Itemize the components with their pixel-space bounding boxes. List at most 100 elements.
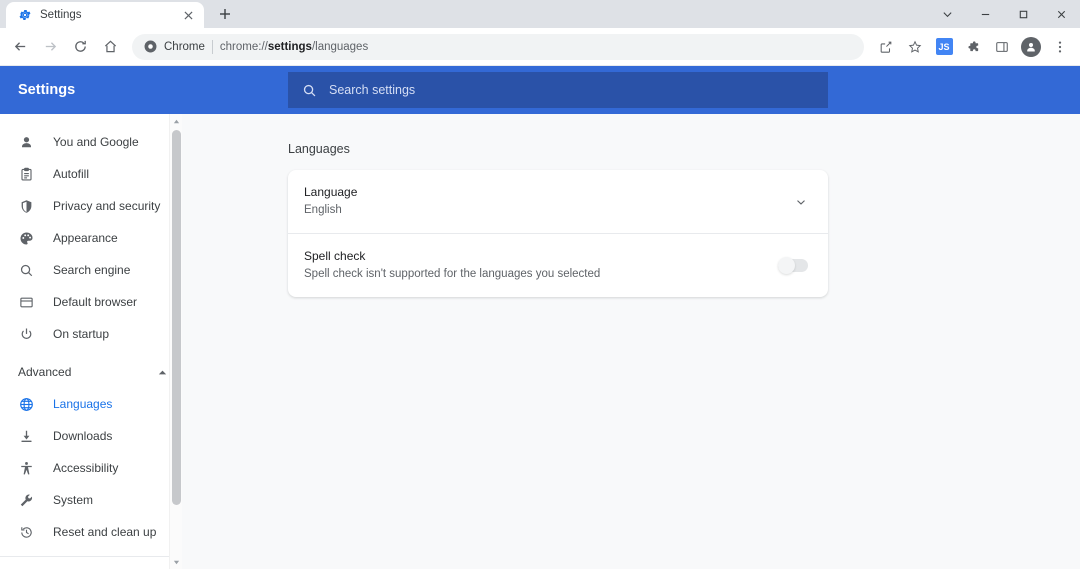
clipboard-icon (18, 166, 35, 183)
url-bold: settings (267, 40, 312, 53)
spell-check-row-text: Spell check Spell check isn't supported … (304, 248, 778, 283)
maximize-icon[interactable] (1004, 0, 1042, 28)
row-subtitle: English (304, 204, 342, 216)
sidebar-item-label: Reset and clean up (53, 525, 157, 539)
person-icon (18, 134, 35, 151)
browser-toolbar: Chrome chrome://settings/languages JS (0, 28, 1080, 66)
avatar-icon[interactable] (1017, 33, 1045, 61)
settings-sidebar: You and Google Autofill Privacy and secu… (0, 114, 182, 569)
sidebar-item-you-and-google[interactable]: You and Google (0, 126, 182, 158)
languages-card: Language English Spell check Spell check… (288, 170, 828, 297)
gear-icon (18, 8, 32, 22)
chevron-up-icon (157, 367, 168, 378)
url-suffix: /languages (311, 40, 369, 53)
sidebar-item-label: Search engine (53, 263, 131, 277)
browser-tab[interactable]: Settings (6, 2, 204, 28)
puzzle-icon[interactable] (959, 33, 987, 61)
sidebar-item-label: On startup (53, 327, 110, 341)
sidebar-item-label: System (53, 493, 94, 507)
sidebar-item-autofill[interactable]: Autofill (0, 158, 182, 190)
sidebar-item-appearance[interactable]: Appearance (0, 222, 182, 254)
scroll-down-arrow-icon[interactable] (170, 555, 182, 569)
history-icon (18, 524, 35, 541)
sidebar-item-extensions[interactable]: Extensions (0, 561, 182, 569)
extension-badge-label: JS (935, 38, 953, 55)
sidebar-item-label: Default browser (53, 295, 138, 309)
chevron-down-icon[interactable] (794, 195, 808, 209)
forward-icon[interactable] (36, 33, 64, 61)
content-heading: Languages (288, 142, 350, 156)
shield-icon (18, 198, 35, 215)
sidebar-item-label: Autofill (53, 167, 90, 181)
tab-search-icon[interactable] (928, 0, 966, 28)
sidebar-scrollbar[interactable] (169, 114, 182, 569)
home-icon[interactable] (96, 33, 124, 61)
extensions-icon (18, 567, 33, 569)
row-title: Spell check (304, 249, 366, 263)
sidebar-item-default-browser[interactable]: Default browser (0, 286, 182, 318)
search-input[interactable]: Search settings (288, 72, 828, 108)
toggle-knob (778, 257, 795, 274)
back-icon[interactable] (6, 33, 34, 61)
toolbar-actions: JS (872, 33, 1074, 61)
sidebar-item-reset-and-clean-up[interactable]: Reset and clean up (0, 516, 182, 548)
reload-icon[interactable] (66, 33, 94, 61)
sidebar-divider (0, 556, 182, 557)
tab-title: Settings (40, 9, 82, 21)
url-prefix: chrome:// (219, 40, 268, 53)
new-tab-button[interactable] (212, 1, 238, 27)
magnifier-icon (18, 262, 35, 279)
language-row-text: Language English (304, 184, 794, 219)
settings-header: Settings Search settings (0, 66, 1080, 114)
download-icon (18, 428, 35, 445)
sidebar-item-on-startup[interactable]: On startup (0, 318, 182, 350)
close-icon[interactable] (180, 7, 196, 23)
row-subtitle: Spell check isn't supported for the lang… (304, 268, 601, 280)
sidebar-item-label: Appearance (53, 231, 118, 245)
star-icon[interactable] (901, 33, 929, 61)
accessibility-icon (18, 460, 35, 477)
language-row[interactable]: Language English (288, 170, 828, 233)
spell-check-toggle[interactable] (778, 257, 808, 274)
sidebar-section-advanced[interactable]: Advanced (0, 356, 182, 388)
page-title: Settings (18, 82, 76, 98)
search-icon (302, 83, 317, 98)
sidebar-item-label: Downloads (53, 429, 113, 443)
sidebar-item-label: Accessibility (53, 461, 119, 475)
sidebar-item-languages[interactable]: Languages (0, 388, 182, 420)
spell-check-row[interactable]: Spell check Spell check isn't supported … (288, 233, 828, 297)
scroll-up-arrow-icon[interactable] (170, 114, 182, 128)
address-bar[interactable]: Chrome chrome://settings/languages (132, 33, 864, 60)
extension-badge-icon[interactable]: JS (930, 33, 958, 61)
globe-icon (18, 396, 35, 413)
minimize-icon[interactable] (966, 0, 1004, 28)
browser-window-icon (18, 294, 35, 311)
three-dot-menu-icon[interactable] (1046, 33, 1074, 61)
sidebar-item-system[interactable]: System (0, 484, 182, 516)
sidebar-item-label: Privacy and security (53, 199, 161, 213)
power-icon (18, 326, 35, 343)
sidebar-item-extensions-left: Extensions (18, 567, 110, 569)
sidebar-item-downloads[interactable]: Downloads (0, 420, 182, 452)
window-close-icon[interactable] (1042, 0, 1080, 28)
omnibox-chrome-label: Chrome (164, 40, 205, 53)
open-in-new-icon (155, 568, 168, 569)
settings-body: You and Google Autofill Privacy and secu… (0, 114, 1080, 569)
palette-icon (18, 230, 35, 247)
side-panel-icon[interactable] (988, 33, 1016, 61)
sidebar-item-search-engine[interactable]: Search engine (0, 254, 182, 286)
wrench-icon (18, 492, 35, 509)
sidebar-section-label: Advanced (18, 365, 72, 379)
share-icon[interactable] (872, 33, 900, 61)
omnibox-divider (211, 39, 213, 54)
search-placeholder: Search settings (329, 83, 416, 97)
settings-content: Languages Language English Spell check S… (182, 114, 1080, 569)
avatar (1021, 36, 1041, 57)
sidebar-item-privacy-and-security[interactable]: Privacy and security (0, 190, 182, 222)
tab-strip: Settings (0, 0, 1080, 28)
scrollbar-thumb[interactable] (172, 130, 181, 505)
sidebar-item-label: Languages (53, 397, 113, 411)
window-controls (928, 0, 1080, 28)
row-title: Language (304, 185, 358, 199)
sidebar-item-accessibility[interactable]: Accessibility (0, 452, 182, 484)
